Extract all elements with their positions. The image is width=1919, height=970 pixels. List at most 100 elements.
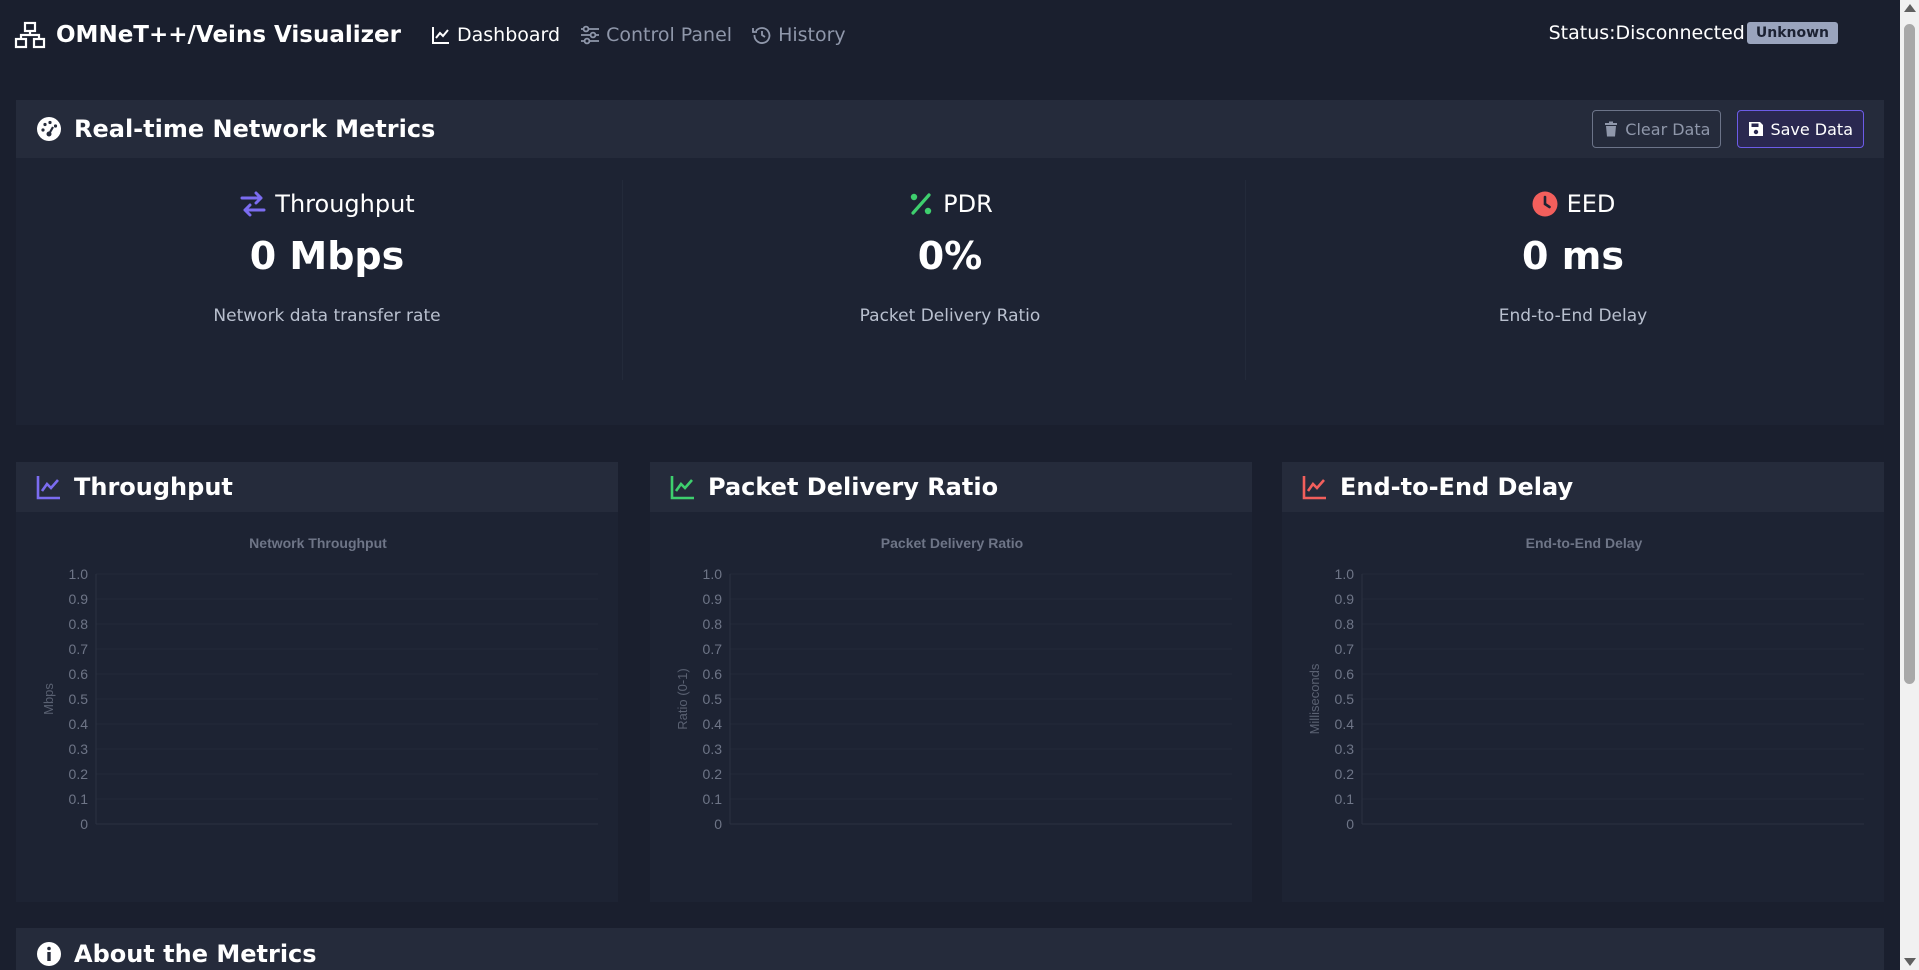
about-card: About the Metrics	[16, 928, 1884, 970]
metric-pdr-title: PDR	[655, 190, 1245, 218]
metric-eed-title: EED	[1278, 190, 1868, 218]
metric-eed-desc: End-to-End Delay	[1498, 306, 1648, 326]
info-icon	[37, 942, 61, 966]
chart-y-tick-label: 0.9	[1335, 591, 1355, 607]
chart-line-icon	[1302, 476, 1326, 500]
chart-svg: End-to-End Delay Milliseconds 1.0 0.9 0.8 0.7…	[1307, 535, 1864, 832]
chart-y-tick-label: 0.6	[1335, 666, 1355, 682]
chart-y-tick-label: 0.2	[703, 766, 723, 782]
metrics-title: Real-time Network Metrics	[74, 115, 436, 143]
chart-title: Packet Delivery Ratio	[881, 535, 1023, 551]
clock-icon	[1532, 191, 1558, 217]
trash-icon	[1605, 121, 1618, 137]
nav-control-panel-label: Control Panel	[606, 24, 733, 46]
chart-y-tick-label: 0.9	[69, 591, 89, 607]
history-icon	[752, 27, 771, 44]
page-scrollbar[interactable]	[1900, 0, 1919, 970]
throughput-chart-header: Throughput	[16, 462, 618, 512]
gauge-icon	[37, 117, 61, 141]
chart-y-tick-label: 0.8	[1335, 616, 1355, 632]
clear-data-button[interactable]: Clear Data	[1592, 110, 1722, 148]
exchange-icon	[240, 191, 266, 217]
pdr-chart-card: Packet Delivery Ratio Packet Delivery Ra…	[650, 462, 1252, 902]
chart-y-tick-label: 0.7	[703, 641, 723, 657]
nav-dashboard[interactable]: Dashboard	[431, 24, 560, 46]
clear-data-label: Clear Data	[1625, 119, 1711, 139]
chart-y-tick-label: 0.4	[703, 716, 723, 732]
chart-y-axis-label: Milliseconds	[1307, 663, 1322, 734]
sliders-icon	[581, 25, 600, 45]
status-value: Disconnected	[1615, 22, 1745, 44]
chart-y-tick-label: 0.5	[703, 691, 723, 707]
metrics-actions: Clear Data Save Data	[1592, 110, 1864, 148]
chart-y-tick-label: 1.0	[69, 566, 89, 582]
pdr-chart-title: Packet Delivery Ratio	[708, 473, 999, 501]
chart-y-axis-label: Ratio (0-1)	[675, 668, 690, 729]
metric-pdr-label: PDR	[943, 190, 993, 218]
scroll-down-arrow-icon[interactable]	[1904, 958, 1916, 966]
metric-throughput: Throughput 0 Mbps Network data transfer …	[32, 180, 623, 380]
metric-pdr-value: 0%	[917, 234, 983, 278]
chart-y-axis-label: Mbps	[41, 683, 56, 715]
metrics-row: Throughput 0 Mbps Network data transfer …	[16, 158, 1884, 380]
connection-status: Status: Disconnected Unknown	[1549, 22, 1838, 44]
chart-y-tick-label: 1.0	[1335, 566, 1355, 582]
metric-throughput-desc: Network data transfer rate	[213, 306, 441, 326]
about-card-header: About the Metrics	[16, 928, 1884, 970]
chart-y-tick-label: 0.3	[1335, 741, 1355, 757]
nav-history[interactable]: History	[752, 24, 846, 46]
metric-eed-value: 0 ms	[1522, 234, 1624, 278]
eed-chart-title: End-to-End Delay	[1340, 473, 1574, 501]
status-label: Status:	[1548, 22, 1616, 44]
chart-y-tick-label: 0.6	[69, 666, 89, 682]
metric-eed-label: EED	[1566, 190, 1616, 218]
throughput-chart-title: Throughput	[74, 473, 233, 501]
chart-y-tick-label: 0.4	[1335, 716, 1355, 732]
status-badge: Unknown	[1746, 22, 1838, 44]
metric-throughput-title: Throughput	[32, 190, 622, 218]
throughput-chart: Network Throughput Mbps 1.0 0.9 0.8 0.7 0.6 0.5…	[16, 512, 618, 892]
chart-y-tick-label: 0.2	[69, 766, 89, 782]
metric-throughput-label: Throughput	[275, 190, 415, 218]
chart-line-icon	[670, 476, 694, 500]
chart-y-tick-label: 0.8	[69, 616, 89, 632]
chart-y-tick-label: 0.5	[69, 691, 89, 707]
chart-y-tick-label: 0.9	[703, 591, 723, 607]
pdr-chart-header: Packet Delivery Ratio	[650, 462, 1252, 512]
brand-title: OMNeT++/Veins Visualizer	[56, 22, 401, 48]
chart-title: Network Throughput	[249, 535, 387, 551]
save-data-label: Save Data	[1770, 119, 1853, 139]
save-data-button[interactable]: Save Data	[1737, 110, 1864, 148]
metric-eed: EED 0 ms End-to-End Delay	[1278, 180, 1868, 380]
chart-svg: Network Throughput Mbps 1.0 0.9 0.8 0.7 0.6 0.5…	[41, 535, 598, 832]
floppy-disk-icon	[1749, 122, 1764, 136]
scrollbar-thumb[interactable]	[1904, 24, 1915, 684]
nav-control-panel[interactable]: Control Panel	[580, 24, 732, 46]
brand[interactable]: OMNeT++/Veins Visualizer	[14, 21, 401, 49]
about-title: About the Metrics	[74, 940, 317, 968]
pdr-chart: Packet Delivery Ratio Ratio (0-1) 1.0 0.9 0.…	[650, 512, 1252, 892]
throughput-chart-card: Throughput Network Throughput Mbps 1.0 0.9 0…	[16, 462, 618, 902]
nav-links: Dashboard Control Panel History	[431, 24, 846, 46]
metrics-card: Real-time Network Metrics Clear Data Sav…	[16, 100, 1884, 425]
chart-y-tick-label: 0.3	[703, 741, 723, 757]
eed-chart-card: End-to-End Delay End-to-End Delay Millise…	[1282, 462, 1884, 902]
chart-svg: Packet Delivery Ratio Ratio (0-1) 1.0 0.9 0.…	[675, 535, 1232, 832]
chart-y-tick-label: 0.4	[69, 716, 89, 732]
network-icon	[14, 21, 46, 49]
metric-pdr: PDR 0% Packet Delivery Ratio	[655, 180, 1246, 380]
chart-y-tick-label: 0.2	[1335, 766, 1355, 782]
metric-throughput-value: 0 Mbps	[249, 234, 405, 278]
chart-y-tick-label: 0.3	[69, 741, 89, 757]
nav-dashboard-label: Dashboard	[456, 24, 561, 46]
scroll-up-arrow-icon[interactable]	[1904, 4, 1916, 12]
chart-y-tick-label: 0.5	[1335, 691, 1355, 707]
chart-y-tick-label: 0	[80, 816, 88, 832]
chart-y-tick-label: 0.7	[69, 641, 89, 657]
chart-y-tick-label: 0.7	[1335, 641, 1355, 657]
chart-y-tick-label: 0.1	[69, 791, 89, 807]
metric-pdr-desc: Packet Delivery Ratio	[859, 306, 1041, 326]
chart-y-tick-label: 0	[714, 816, 722, 832]
chart-line-icon	[431, 27, 449, 44]
chart-y-tick-label: 0.1	[1335, 791, 1355, 807]
